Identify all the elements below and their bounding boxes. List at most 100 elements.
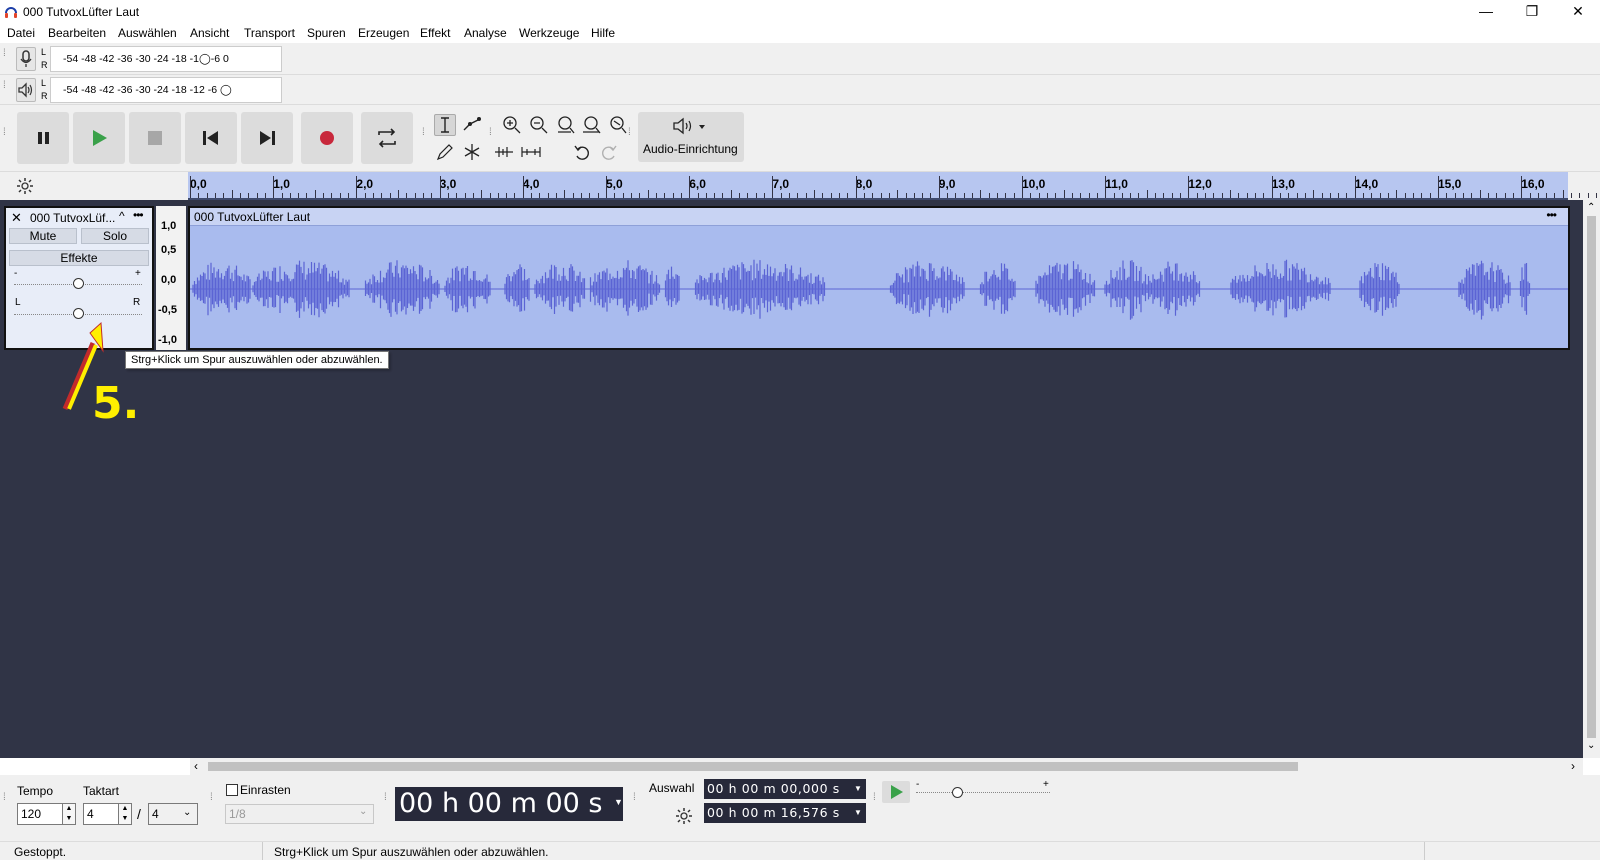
- speed-slider[interactable]: [952, 787, 963, 798]
- horizontal-scrollbar[interactable]: ‹ ›: [190, 758, 1583, 775]
- toolbar-grip[interactable]: ⁞: [628, 128, 634, 138]
- skip-to-end-button[interactable]: [241, 112, 293, 164]
- toolbar-grip[interactable]: ⁞: [422, 128, 428, 138]
- toolbar-grip[interactable]: ⁞: [873, 793, 879, 803]
- skip-to-start-button[interactable]: [185, 112, 237, 164]
- play-at-speed-button[interactable]: [882, 781, 910, 803]
- tempo-stepper-icon[interactable]: ▲ ▼: [62, 803, 76, 825]
- envelope-tool-icon[interactable]: [461, 114, 483, 136]
- toolbar-grip[interactable]: ⁞: [3, 49, 9, 59]
- menu-erzeugen[interactable]: Erzeugen: [358, 26, 409, 40]
- selection-end-time[interactable]: 00 h 00 m 16,576 s: [704, 803, 866, 823]
- toolbar-grip[interactable]: ⁞: [3, 128, 9, 138]
- pause-button[interactable]: [17, 112, 69, 164]
- toolbar-grip[interactable]: ⁞: [3, 793, 9, 803]
- ruler-tick: [1379, 193, 1381, 198]
- snap-checkbox[interactable]: [226, 784, 238, 796]
- time-format-icon[interactable]: ▼: [854, 784, 862, 793]
- close-track-icon[interactable]: ✕: [11, 210, 22, 226]
- selection-settings-icon[interactable]: [675, 807, 693, 825]
- undo-icon[interactable]: [571, 141, 593, 163]
- close-window-button[interactable]: ✕: [1555, 0, 1600, 24]
- ruler-tick: [323, 193, 325, 198]
- menu-analyse[interactable]: Analyse: [464, 26, 507, 40]
- ruler-tick-label: 4,0: [522, 177, 540, 191]
- menu-transport[interactable]: Transport: [244, 26, 295, 40]
- silence-audio-icon[interactable]: [519, 141, 541, 163]
- zoom-in-icon[interactable]: [501, 114, 523, 136]
- scroll-left-icon[interactable]: ‹: [194, 759, 198, 773]
- menu-ansicht[interactable]: Ansicht: [190, 26, 229, 40]
- ruler-tick: [481, 190, 483, 198]
- vertical-scale[interactable]: 1,0 0,5 0,0 -0,5 -1,0: [156, 206, 186, 350]
- microphone-icon[interactable]: [16, 47, 36, 71]
- horizontal-scroll-thumb[interactable]: [208, 762, 1298, 771]
- toolbar-grip[interactable]: ⁞: [633, 793, 639, 803]
- zoom-toggle-icon[interactable]: [607, 114, 629, 136]
- loop-button[interactable]: [361, 112, 413, 164]
- zoom-out-icon[interactable]: [528, 114, 550, 136]
- play-button[interactable]: [73, 112, 125, 164]
- selection-tool-icon[interactable]: [434, 114, 456, 136]
- menu-hilfe[interactable]: Hilfe: [591, 26, 615, 40]
- ruler-tick-label: 12,0: [1188, 177, 1212, 191]
- redo-icon[interactable]: [598, 141, 620, 163]
- selection-start-time[interactable]: 00 h 00 m 00,000 s: [704, 779, 866, 799]
- stop-button[interactable]: [129, 112, 181, 164]
- trim-audio-icon[interactable]: [492, 141, 514, 163]
- ruler-tick: [1130, 193, 1132, 198]
- taktart-numerator-input[interactable]: 4: [83, 803, 119, 825]
- mute-button[interactable]: Mute: [9, 228, 77, 244]
- speaker-icon[interactable]: [16, 78, 36, 102]
- record-meter[interactable]: -54 -48 -42 -36 -30 -24 -18 -1◯-6 0: [50, 46, 282, 72]
- toolbar-grip[interactable]: ⁞: [384, 793, 390, 803]
- track-menu-icon[interactable]: •••: [133, 208, 144, 222]
- ruler-tick-label: 13,0: [1271, 177, 1295, 191]
- timeline-ruler[interactable]: 0,0 1,0 2,0 3,0 4,0 5,0 6,0 7,0 8,0 9,0 10,0 11,0 12…: [188, 172, 1598, 200]
- ruler-tick: [622, 193, 624, 198]
- tempo-input[interactable]: 120: [17, 803, 63, 825]
- play-meter[interactable]: -54 -48 -42 -36 -30 -24 -18 -12 -6 ◯: [50, 77, 282, 103]
- minimize-button[interactable]: —: [1463, 0, 1509, 24]
- menu-datei[interactable]: Datei: [7, 26, 35, 40]
- waveform[interactable]: [190, 226, 1568, 348]
- snap-select[interactable]: 1/8: [225, 804, 374, 824]
- fit-project-icon[interactable]: [581, 114, 603, 136]
- toolbar-grip[interactable]: ⁞: [3, 81, 9, 91]
- multi-tool-icon[interactable]: [461, 141, 483, 163]
- audio-setup-button[interactable]: Audio-Einrichtung: [638, 112, 744, 162]
- ruler-tick: [1504, 193, 1506, 198]
- menu-bearbeiten[interactable]: Bearbeiten: [48, 26, 106, 40]
- timeline-settings-icon[interactable]: [16, 177, 34, 195]
- audio-clip[interactable]: 000 TutvoxLüfter Laut •••: [188, 206, 1570, 350]
- scroll-up-icon[interactable]: ⌃: [1587, 202, 1595, 213]
- vertical-scrollbar[interactable]: ⌃ ⌄: [1583, 200, 1600, 758]
- taktart-stepper-icon[interactable]: ▲ ▼: [118, 803, 132, 825]
- menu-effekt[interactable]: Effekt: [420, 26, 450, 40]
- scroll-right-icon[interactable]: ›: [1571, 759, 1575, 773]
- time-display[interactable]: 00 h 00 m 00 s: [395, 787, 623, 821]
- menu-spuren[interactable]: Spuren: [307, 26, 346, 40]
- effects-button[interactable]: Effekte: [9, 250, 149, 266]
- solo-button[interactable]: Solo: [81, 228, 149, 244]
- track-name[interactable]: 000 TutvoxLüf...: [30, 211, 115, 225]
- menu-auswaehlen[interactable]: Auswählen: [118, 26, 177, 40]
- fit-selection-icon[interactable]: [555, 114, 577, 136]
- gain-slider[interactable]: [73, 278, 84, 289]
- clip-header[interactable]: 000 TutvoxLüfter Laut •••: [190, 208, 1568, 226]
- vertical-scroll-thumb[interactable]: [1587, 216, 1596, 738]
- ruler-tick: [1587, 193, 1589, 198]
- restore-button[interactable]: ❐: [1509, 0, 1555, 24]
- menu-werkzeuge[interactable]: Werkzeuge: [519, 26, 579, 40]
- time-format-icon[interactable]: ▼: [614, 797, 623, 807]
- toolbar-grip[interactable]: ⁞: [210, 793, 216, 803]
- time-format-icon[interactable]: ▼: [854, 808, 862, 817]
- draw-tool-icon[interactable]: [434, 141, 456, 163]
- ruler-tick-label: 16,0: [1521, 177, 1545, 191]
- scroll-down-icon[interactable]: ⌄: [1587, 740, 1595, 751]
- toolbar-grip[interactable]: ⁞: [489, 128, 495, 138]
- collapse-track-icon[interactable]: ^: [119, 209, 125, 223]
- record-button[interactable]: [301, 112, 353, 164]
- clip-menu-icon[interactable]: •••: [1546, 208, 1557, 222]
- ruler-tick: [206, 193, 208, 198]
